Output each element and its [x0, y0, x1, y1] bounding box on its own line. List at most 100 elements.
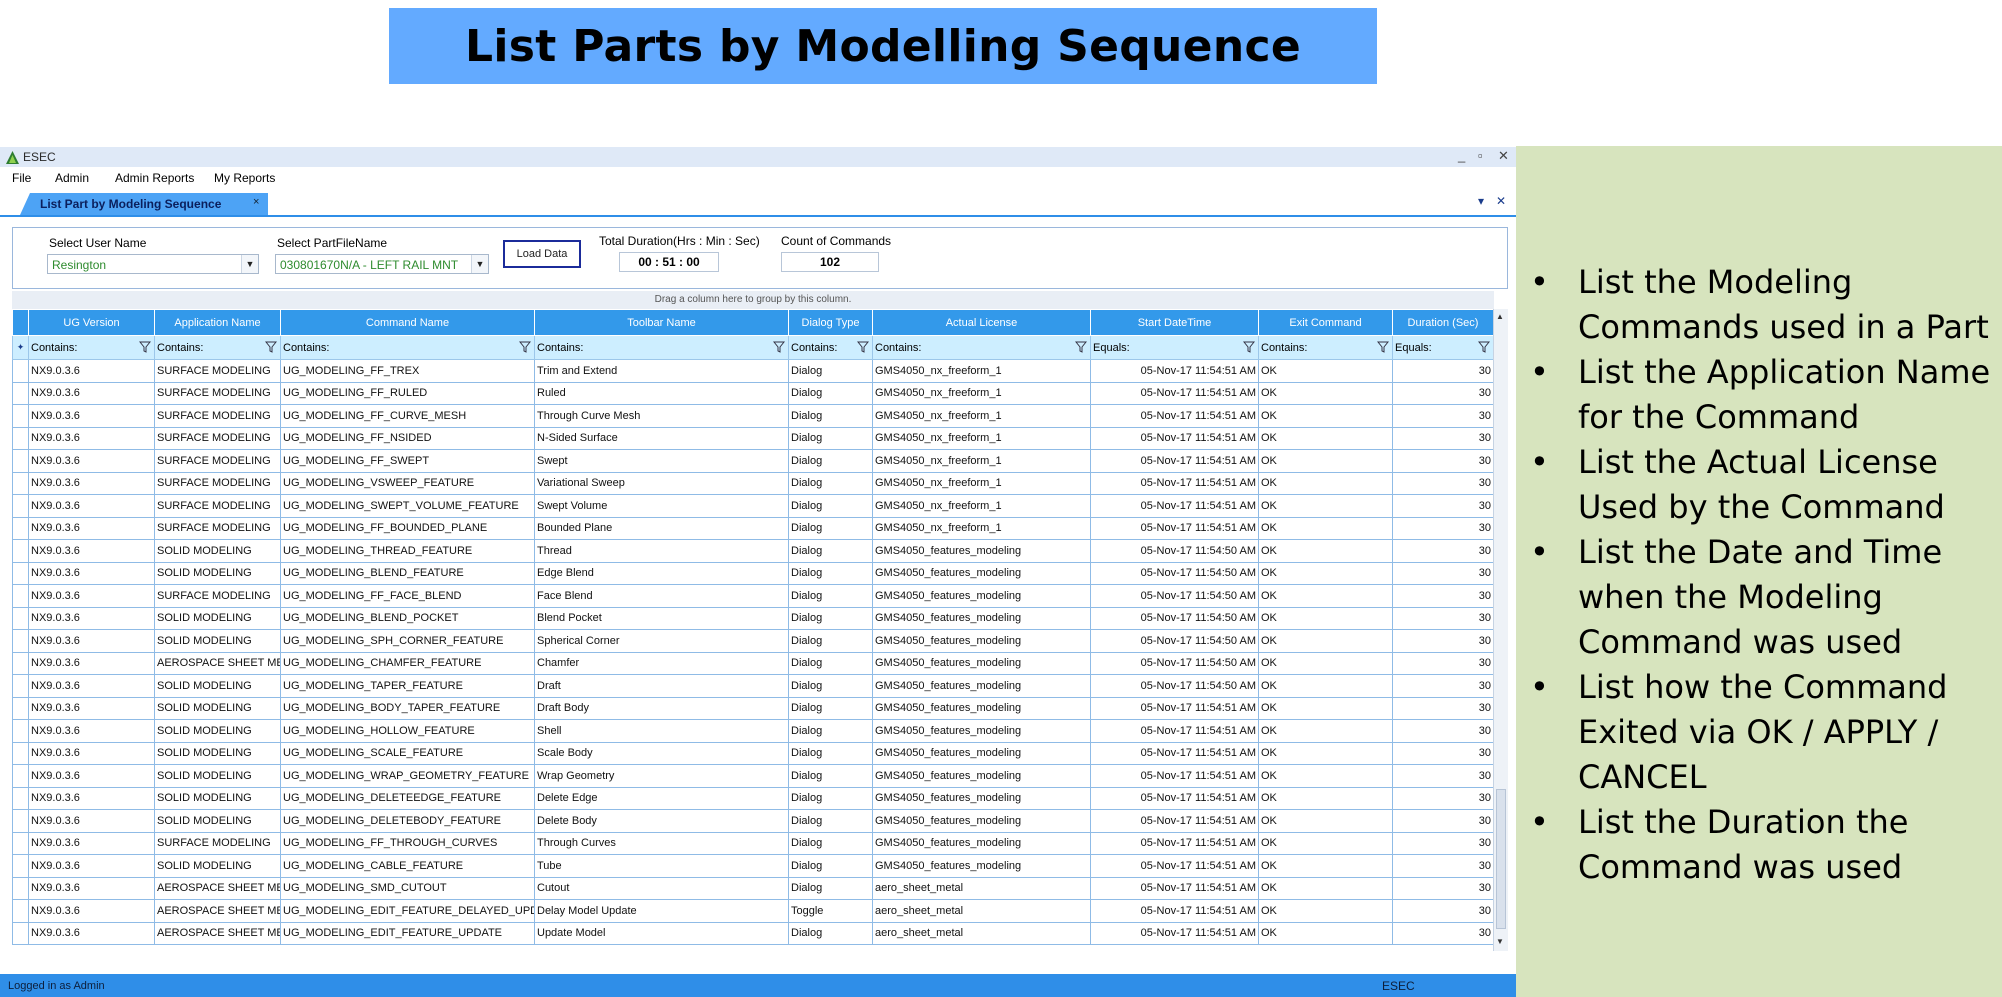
cell-ug-version[interactable]: NX9.0.3.6 [28, 674, 155, 698]
cell-exit-command[interactable]: OK [1258, 674, 1393, 698]
cell-duration[interactable]: 30 [1392, 539, 1494, 563]
cell-exit-command[interactable]: OK [1258, 921, 1393, 945]
cell-command-name[interactable]: UG_MODELING_TAPER_FEATURE [280, 674, 535, 698]
cell-command-name[interactable]: UG_MODELING_FF_BOUNDED_PLANE [280, 516, 535, 540]
cell-exit-command[interactable]: OK [1258, 651, 1393, 675]
cell-ug-version[interactable]: NX9.0.3.6 [28, 786, 155, 810]
cell-application-name[interactable]: SOLID MODELING [154, 606, 281, 630]
row-indicator[interactable] [12, 786, 29, 810]
cell-exit-command[interactable]: OK [1258, 899, 1393, 923]
cell-exit-command[interactable]: OK [1258, 381, 1393, 405]
tab-list-part-by-modeling-sequence[interactable]: List Part by Modeling Sequence × [20, 193, 268, 215]
cell-exit-command[interactable]: OK [1258, 494, 1393, 518]
table-row[interactable]: NX9.0.3.6 SOLID MODELING UG_MODELING_BODY_… [12, 696, 1494, 720]
cell-start-datetime[interactable]: 05-Nov-17 11:54:50 AM [1090, 584, 1259, 608]
cell-start-datetime[interactable]: 05-Nov-17 11:54:50 AM [1090, 539, 1259, 563]
cell-application-name[interactable]: SOLID MODELING [154, 809, 281, 833]
filter-icon[interactable] [1243, 341, 1255, 353]
cell-toolbar-name[interactable]: Draft [534, 674, 789, 698]
table-row[interactable]: NX9.0.3.6 SURFACE MODELING UG_MODELING_VSW… [12, 471, 1494, 495]
filter-cell[interactable]: Equals: [1392, 335, 1494, 360]
filter-cell[interactable]: Contains: [1258, 335, 1393, 360]
cell-application-name[interactable]: SOLID MODELING [154, 674, 281, 698]
cell-command-name[interactable]: UG_MODELING_EDIT_FEATURE_UPDATE [280, 921, 535, 945]
cell-dialog-type[interactable]: Dialog [788, 471, 873, 495]
cell-start-datetime[interactable]: 05-Nov-17 11:54:51 AM [1090, 831, 1259, 855]
table-row[interactable]: NX9.0.3.6 AEROSPACE SHEET ME... UG_MODELIN… [12, 651, 1494, 675]
cell-ug-version[interactable]: NX9.0.3.6 [28, 561, 155, 585]
scroll-up-icon[interactable]: ▲ [1496, 312, 1504, 321]
table-row[interactable]: NX9.0.3.6 SURFACE MODELING UG_MODELING_SWE… [12, 494, 1494, 518]
cell-dialog-type[interactable]: Dialog [788, 921, 873, 945]
cell-start-datetime[interactable]: 05-Nov-17 11:54:51 AM [1090, 921, 1259, 945]
cell-dialog-type[interactable]: Dialog [788, 651, 873, 675]
cell-exit-command[interactable]: OK [1258, 786, 1393, 810]
cell-start-datetime[interactable]: 05-Nov-17 11:54:51 AM [1090, 899, 1259, 923]
cell-dialog-type[interactable]: Dialog [788, 404, 873, 428]
cell-start-datetime[interactable]: 05-Nov-17 11:54:50 AM [1090, 651, 1259, 675]
cell-command-name[interactable]: UG_MODELING_FF_RULED [280, 381, 535, 405]
cell-dialog-type[interactable]: Dialog [788, 561, 873, 585]
cell-duration[interactable]: 30 [1392, 629, 1494, 653]
cell-application-name[interactable]: SOLID MODELING [154, 741, 281, 765]
cell-duration[interactable]: 30 [1392, 741, 1494, 765]
cell-duration[interactable]: 30 [1392, 899, 1494, 923]
cell-application-name[interactable]: SOLID MODELING [154, 786, 281, 810]
table-row[interactable]: NX9.0.3.6 SOLID MODELING UG_MODELING_SPH_C… [12, 629, 1494, 653]
cell-exit-command[interactable]: OK [1258, 854, 1393, 878]
filter-cell[interactable]: Contains: [788, 335, 873, 360]
row-indicator[interactable] [12, 629, 29, 653]
cell-start-datetime[interactable]: 05-Nov-17 11:54:51 AM [1090, 809, 1259, 833]
scroll-down-icon[interactable]: ▼ [1496, 937, 1504, 946]
cell-duration[interactable]: 30 [1392, 696, 1494, 720]
cell-actual-license[interactable]: GMS4050_nx_freeform_1 [872, 449, 1091, 473]
cell-exit-command[interactable]: OK [1258, 449, 1393, 473]
table-row[interactable]: NX9.0.3.6 SOLID MODELING UG_MODELING_SCALE… [12, 741, 1494, 765]
cell-application-name[interactable]: SURFACE MODELING [154, 494, 281, 518]
cell-duration[interactable]: 30 [1392, 516, 1494, 540]
tab-close-all-icon[interactable]: ✕ [1496, 194, 1506, 208]
user-name-combo[interactable]: Resington ▼ [47, 254, 259, 274]
cell-exit-command[interactable]: OK [1258, 629, 1393, 653]
cell-toolbar-name[interactable]: Swept Volume [534, 494, 789, 518]
cell-dialog-type[interactable]: Dialog [788, 449, 873, 473]
cell-exit-command[interactable]: OK [1258, 359, 1393, 383]
table-row[interactable]: NX9.0.3.6 SOLID MODELING UG_MODELING_BLEND… [12, 606, 1494, 630]
part-file-combo[interactable]: 030801670N/A - LEFT RAIL MNT ▼ [275, 254, 489, 274]
cell-start-datetime[interactable]: 05-Nov-17 11:54:51 AM [1090, 786, 1259, 810]
row-indicator[interactable] [12, 516, 29, 540]
cell-application-name[interactable]: SOLID MODELING [154, 854, 281, 878]
cell-duration[interactable]: 30 [1392, 674, 1494, 698]
table-row[interactable]: NX9.0.3.6 SURFACE MODELING UG_MODELING_FF_… [12, 584, 1494, 608]
cell-ug-version[interactable]: NX9.0.3.6 [28, 764, 155, 788]
cell-actual-license[interactable]: GMS4050_nx_freeform_1 [872, 359, 1091, 383]
cell-start-datetime[interactable]: 05-Nov-17 11:54:51 AM [1090, 404, 1259, 428]
cell-command-name[interactable]: UG_MODELING_DELETEBODY_FEATURE [280, 809, 535, 833]
cell-command-name[interactable]: UG_MODELING_CABLE_FEATURE [280, 854, 535, 878]
cell-start-datetime[interactable]: 05-Nov-17 11:54:51 AM [1090, 876, 1259, 900]
filter-cell[interactable]: Equals: [1090, 335, 1259, 360]
cell-ug-version[interactable]: NX9.0.3.6 [28, 539, 155, 563]
row-indicator[interactable] [12, 426, 29, 450]
cell-ug-version[interactable]: NX9.0.3.6 [28, 899, 155, 923]
cell-actual-license[interactable]: GMS4050_nx_freeform_1 [872, 426, 1091, 450]
cell-toolbar-name[interactable]: Edge Blend [534, 561, 789, 585]
cell-actual-license[interactable]: GMS4050_features_modeling [872, 741, 1091, 765]
cell-ug-version[interactable]: NX9.0.3.6 [28, 404, 155, 428]
filter-icon[interactable] [773, 341, 785, 353]
cell-actual-license[interactable]: GMS4050_features_modeling [872, 584, 1091, 608]
cell-command-name[interactable]: UG_MODELING_VSWEEP_FEATURE [280, 471, 535, 495]
table-row[interactable]: NX9.0.3.6 SOLID MODELING UG_MODELING_DELET… [12, 786, 1494, 810]
filter-icon[interactable] [139, 341, 151, 353]
cell-ug-version[interactable]: NX9.0.3.6 [28, 359, 155, 383]
cell-duration[interactable]: 30 [1392, 606, 1494, 630]
cell-duration[interactable]: 30 [1392, 719, 1494, 743]
cell-start-datetime[interactable]: 05-Nov-17 11:54:51 AM [1090, 719, 1259, 743]
filter-icon[interactable] [265, 341, 277, 353]
cell-ug-version[interactable]: NX9.0.3.6 [28, 854, 155, 878]
cell-start-datetime[interactable]: 05-Nov-17 11:54:51 AM [1090, 426, 1259, 450]
cell-dialog-type[interactable]: Dialog [788, 516, 873, 540]
cell-duration[interactable]: 30 [1392, 426, 1494, 450]
cell-duration[interactable]: 30 [1392, 404, 1494, 428]
cell-duration[interactable]: 30 [1392, 651, 1494, 675]
